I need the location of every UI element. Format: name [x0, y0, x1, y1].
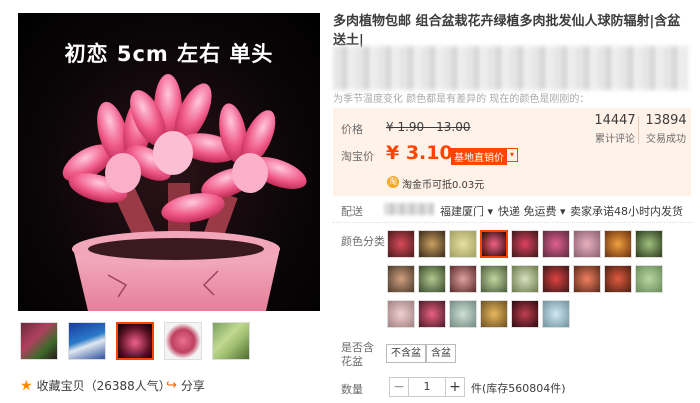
- original-price: ¥ 1.90 - 13.00: [386, 120, 471, 134]
- color-swatch-selected[interactable]: [480, 230, 508, 258]
- color-swatch[interactable]: [387, 265, 415, 293]
- blurred-destination: [384, 203, 434, 215]
- thumbnail-4[interactable]: [164, 322, 202, 360]
- review-count-label: 累计评论: [595, 134, 635, 145]
- color-swatch[interactable]: [542, 230, 570, 258]
- quantity-increment-button[interactable]: +: [445, 377, 465, 397]
- delivery-label: 配送: [341, 205, 363, 218]
- color-swatch[interactable]: [573, 230, 601, 258]
- chevron-down-icon[interactable]: ▾: [506, 148, 518, 162]
- color-label: 颜色分类: [341, 235, 385, 248]
- sales-count-label: 交易成功: [646, 134, 686, 145]
- thumbnail-5[interactable]: [212, 322, 250, 360]
- stock-info: 件(库存560804件): [471, 382, 566, 395]
- color-swatch[interactable]: [387, 230, 415, 258]
- taobao-price: ¥ 3.10: [386, 142, 453, 164]
- color-swatch[interactable]: [573, 265, 601, 293]
- coin-icon: 淘: [387, 176, 399, 188]
- favorite-label: 收藏宝贝（26388人气）: [36, 379, 171, 393]
- color-swatch[interactable]: [542, 300, 570, 328]
- color-swatch[interactable]: [449, 265, 477, 293]
- color-swatch[interactable]: [511, 230, 539, 258]
- color-swatch[interactable]: [604, 265, 632, 293]
- color-swatch[interactable]: [511, 265, 539, 293]
- blurred-subtitle: [333, 46, 688, 90]
- favorite-button[interactable]: ★ 收藏宝贝（26388人气）: [20, 377, 171, 394]
- quantity-decrement-button[interactable]: −: [389, 377, 409, 397]
- color-swatch[interactable]: [480, 265, 508, 293]
- color-swatch[interactable]: [635, 230, 663, 258]
- color-swatch[interactable]: [480, 300, 508, 328]
- share-label: 分享: [180, 379, 205, 393]
- quantity-input[interactable]: 1: [409, 377, 445, 397]
- ship-promise: 卖家承诺48小时内发货: [570, 205, 683, 218]
- thumbnail-1[interactable]: [20, 322, 58, 360]
- taobao-price-label: 淘宝价: [341, 150, 374, 163]
- thumbnail-3[interactable]: [116, 322, 154, 360]
- color-swatch[interactable]: [418, 300, 446, 328]
- quantity-label: 数量: [341, 383, 363, 396]
- sales-count: 13894: [645, 113, 687, 128]
- star-icon: ★: [20, 377, 33, 394]
- color-notice: 为季节温度变化 颜色都是有差异的 现在的颜色是刚刚的：: [333, 94, 590, 105]
- main-product-image[interactable]: 初恋 5cm 左右 单头: [18, 13, 320, 311]
- color-swatch[interactable]: [635, 265, 663, 293]
- ship-origin-text: 福建厦门: [440, 205, 484, 218]
- coin-deduction: 淘金币可抵0.03元: [402, 180, 485, 191]
- color-swatch[interactable]: [604, 230, 632, 258]
- thumbnail-2[interactable]: [68, 322, 106, 360]
- color-swatch[interactable]: [511, 300, 539, 328]
- color-swatch[interactable]: [418, 230, 446, 258]
- option-no-pot[interactable]: 不含盆: [386, 344, 426, 363]
- color-swatch[interactable]: [387, 300, 415, 328]
- divider: [333, 222, 693, 223]
- ship-method-text: 快递 免运费: [498, 205, 557, 218]
- image-caption: 初恋 5cm 左右 单头: [64, 42, 274, 66]
- option-with-pot[interactable]: 含盆: [426, 344, 456, 363]
- share-button[interactable]: ↪ 分享: [166, 377, 205, 394]
- review-count: 14447: [594, 113, 636, 128]
- color-swatch[interactable]: [542, 265, 570, 293]
- color-swatch[interactable]: [418, 265, 446, 293]
- product-title: 多肉植物包邮 组合盆栽花卉绿植多肉批发仙人球防辐射|含盆送土|: [333, 14, 681, 48]
- ship-method[interactable]: 快递 免运费 ▾: [498, 203, 566, 219]
- ship-origin[interactable]: 福建厦门 ▾: [440, 203, 493, 219]
- stat-divider: [638, 116, 639, 144]
- color-swatch[interactable]: [449, 230, 477, 258]
- price-badge: 基地直销价: [451, 148, 507, 165]
- chevron-down-icon: ▾: [560, 205, 566, 218]
- share-icon: ↪: [166, 378, 177, 393]
- chevron-down-icon: ▾: [487, 205, 494, 218]
- pot-label: 是否含花盆: [341, 341, 374, 368]
- color-swatch[interactable]: [449, 300, 477, 328]
- price-label: 价格: [341, 123, 363, 136]
